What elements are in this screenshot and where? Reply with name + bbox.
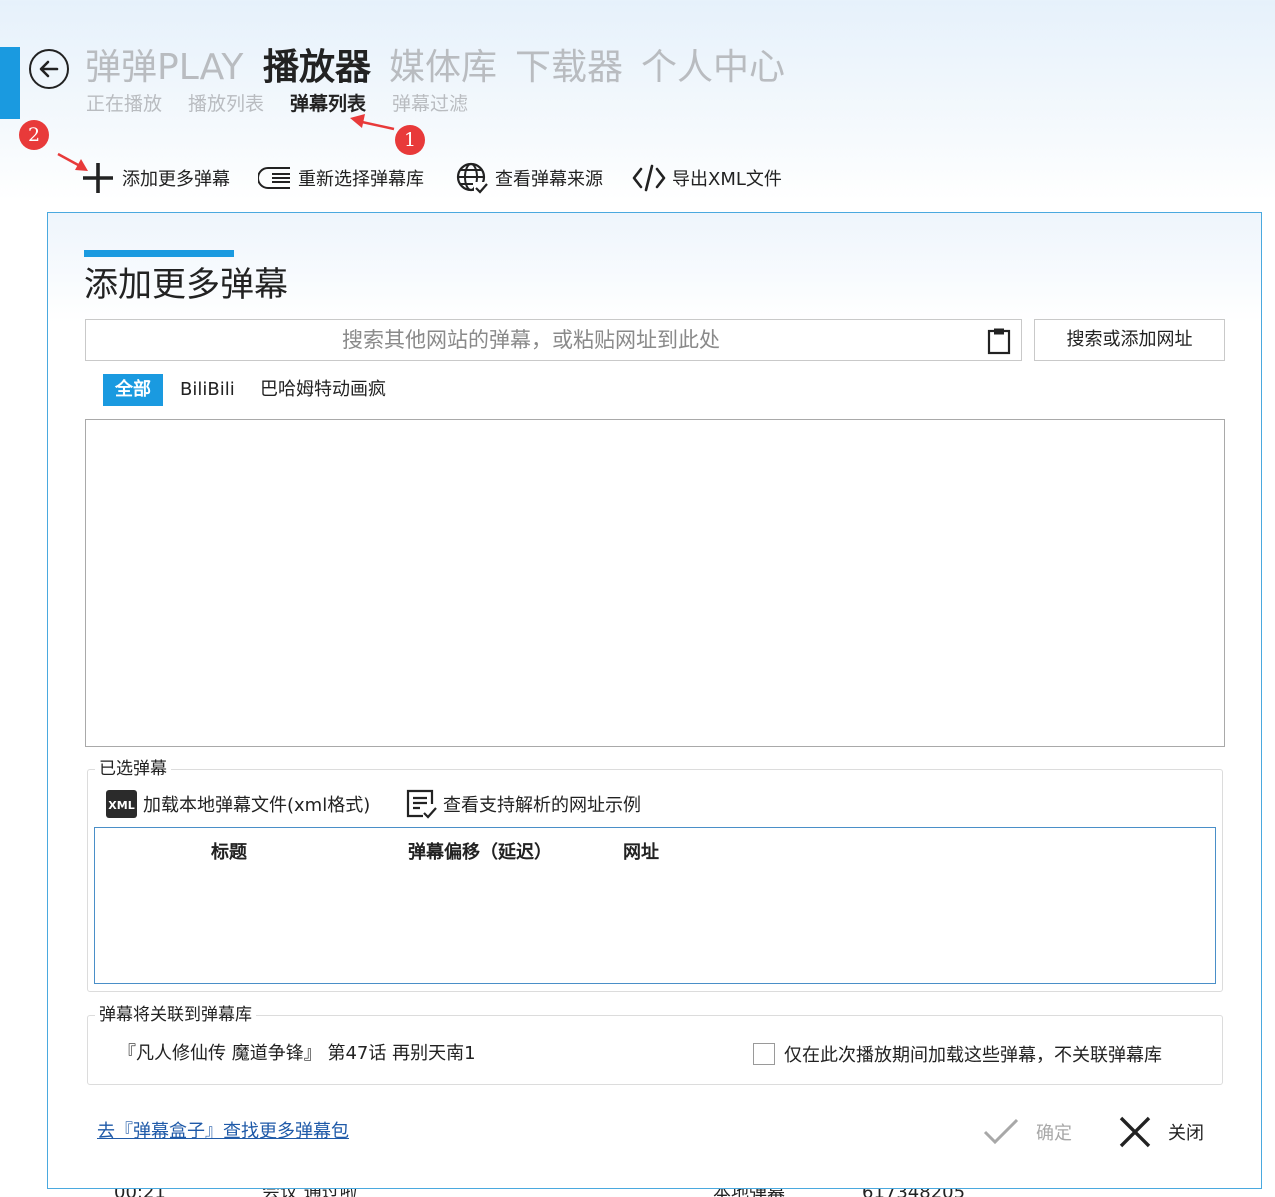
library-episode-name: 『凡人修仙传 魔道争锋』 第47话 再别天南1	[118, 1043, 476, 1064]
annotation-marker-2: 2	[19, 120, 49, 150]
dialog-title: 添加更多弹幕	[84, 265, 288, 305]
export-xml-button[interactable]: 导出XML文件	[632, 160, 782, 196]
column-header-offset[interactable]: 弹幕偏移（延迟）	[408, 838, 552, 864]
temp-only-label: 仅在此次播放期间加载这些弹幕，不关联弹幕库	[784, 1045, 1162, 1066]
load-local-xml-button[interactable]: XML 加载本地弹幕文件(xml格式)	[106, 787, 370, 821]
confirm-label: 确定	[1036, 1123, 1072, 1144]
search-input[interactable]	[86, 320, 976, 360]
plus-icon	[83, 163, 113, 193]
globe-check-icon	[456, 162, 488, 194]
reselect-library-label: 重新选择弹幕库	[298, 169, 424, 190]
search-box	[85, 319, 1022, 361]
library-list-icon	[258, 167, 290, 189]
annotation-arrow-1	[350, 114, 395, 131]
load-local-xml-label: 加载本地弹幕文件(xml格式)	[143, 795, 371, 816]
document-check-icon	[406, 789, 437, 819]
add-more-danmaku-button[interactable]: 添加更多弹幕	[80, 160, 230, 196]
view-source-button[interactable]: 查看弹幕来源	[455, 160, 603, 196]
clipboard-paste-icon[interactable]	[987, 327, 1011, 355]
filter-bilibili[interactable]: BiliBili	[180, 374, 235, 406]
export-xml-label: 导出XML文件	[672, 169, 782, 190]
search-results-list[interactable]	[85, 419, 1225, 747]
close-button[interactable]: 关闭	[1118, 1112, 1204, 1152]
view-url-examples-button[interactable]: 查看支持解析的网址示例	[405, 787, 641, 821]
column-header-title[interactable]: 标题	[211, 838, 247, 864]
dialog-title-accent	[84, 250, 234, 257]
temp-only-option[interactable]: 仅在此次播放期间加载这些弹幕，不关联弹幕库	[753, 1040, 1162, 1068]
view-url-examples-label: 查看支持解析的网址示例	[443, 795, 641, 816]
checkmark-icon	[983, 1118, 1019, 1145]
filter-all[interactable]: 全部	[103, 374, 163, 406]
danmaku-box-link[interactable]: 去『弹幕盒子』查找更多弹幕包	[97, 1118, 349, 1146]
xml-file-icon: XML	[106, 790, 137, 818]
temp-only-checkbox[interactable]	[753, 1043, 775, 1065]
search-or-add-url-button[interactable]: 搜索或添加网址	[1034, 319, 1225, 361]
annotation-marker-1: 1	[395, 125, 425, 155]
column-header-url[interactable]: 网址	[623, 838, 659, 864]
selected-danmaku-group-label: 已选弹幕	[95, 758, 171, 780]
close-label: 关闭	[1168, 1123, 1204, 1144]
svg-text:XML: XML	[108, 799, 134, 812]
filter-bahamut[interactable]: 巴哈姆特动画疯	[260, 374, 386, 406]
code-icon	[632, 164, 666, 192]
add-more-danmaku-label: 添加更多弹幕	[122, 169, 230, 190]
library-association-group-label: 弹幕将关联到弹幕库	[95, 1004, 256, 1026]
view-source-label: 查看弹幕来源	[495, 169, 603, 190]
confirm-button[interactable]: 确定	[982, 1112, 1072, 1152]
selected-danmaku-table[interactable]: 标题 弹幕偏移（延迟） 网址	[94, 827, 1216, 984]
reselect-library-button[interactable]: 重新选择弹幕库	[258, 160, 424, 196]
close-icon	[1119, 1116, 1151, 1148]
